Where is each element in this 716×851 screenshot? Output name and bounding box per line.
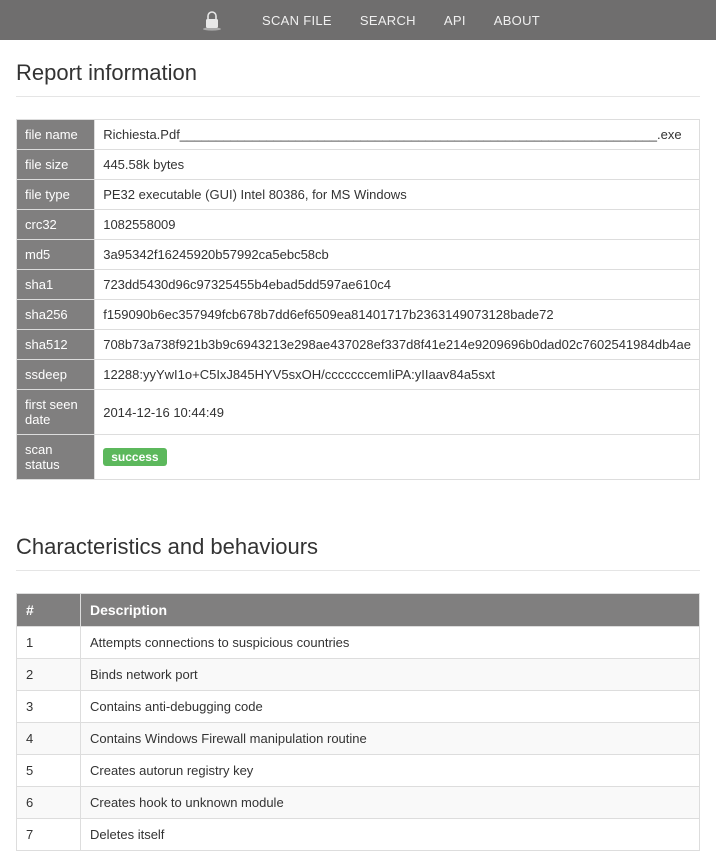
behaviour-row-num: 3 [17,691,81,723]
report-row-key: crc32 [17,210,95,240]
nav-search[interactable]: SEARCH [360,13,416,28]
nav-about[interactable]: ABOUT [494,13,540,28]
report-row-value: 3a95342f16245920b57992ca5ebc58cb [95,240,700,270]
report-row-key: file name [17,120,95,150]
divider [16,570,700,571]
report-row: scan status success [17,435,700,480]
report-row: file nameRichiesta.Pdf__________________… [17,120,700,150]
report-row: crc321082558009 [17,210,700,240]
report-row: first seen date2014-12-16 10:44:49 [17,390,700,435]
report-row-value: 445.58k bytes [95,150,700,180]
behaviour-row: 4Contains Windows Firewall manipulation … [17,723,700,755]
report-row-value: 2014-12-16 10:44:49 [95,390,700,435]
behaviour-row: 5Creates autorun registry key [17,755,700,787]
report-row-key: scan status [17,435,95,480]
report-row-key: ssdeep [17,360,95,390]
spacer [16,480,700,530]
main-content: Report information file nameRichiesta.Pd… [0,40,716,851]
behaviour-row: 7Deletes itself [17,819,700,851]
report-row-key: md5 [17,240,95,270]
report-row-value: 708b73a738f921b3b9c6943213e298ae437028ef… [95,330,700,360]
behaviour-row-desc: Attempts connections to suspicious count… [81,627,700,659]
behaviour-row-num: 6 [17,787,81,819]
report-row-key: sha1 [17,270,95,300]
status-badge: success [103,448,166,466]
behaviour-row-desc: Contains anti-debugging code [81,691,700,723]
behaviour-row-num: 5 [17,755,81,787]
report-row-value: 12288:yyYwI1o+C5IxJ845HYV5sxOH/cccccccem… [95,360,700,390]
report-row: sha256f159090b6ec357949fcb678b7dd6ef6509… [17,300,700,330]
nav-scan-file[interactable]: SCAN FILE [262,13,332,28]
behaviour-row-desc: Contains Windows Firewall manipulation r… [81,723,700,755]
behaviour-row-desc: Binds network port [81,659,700,691]
report-row: file typePE32 executable (GUI) Intel 803… [17,180,700,210]
report-row-value: 723dd5430d96c97325455b4ebad5dd597ae610c4 [95,270,700,300]
behaviours-table: # Description 1Attempts connections to s… [16,593,700,851]
behaviour-row-desc: Creates autorun registry key [81,755,700,787]
behaviour-row: 2Binds network port [17,659,700,691]
nav-api[interactable]: API [444,13,466,28]
report-info-table: file nameRichiesta.Pdf__________________… [16,119,700,480]
report-row: ssdeep12288:yyYwI1o+C5IxJ845HYV5sxOH/ccc… [17,360,700,390]
behaviour-row-desc: Creates hook to unknown module [81,787,700,819]
report-row-value: 1082558009 [95,210,700,240]
report-info-heading: Report information [16,60,700,86]
report-row: file size445.58k bytes [17,150,700,180]
top-navbar: SCAN FILE SEARCH API ABOUT [0,0,716,40]
divider [16,96,700,97]
report-row: sha512708b73a738f921b3b9c6943213e298ae43… [17,330,700,360]
behaviour-row-num: 7 [17,819,81,851]
report-row-value: f159090b6ec357949fcb678b7dd6ef6509ea8140… [95,300,700,330]
behaviour-row: 1Attempts connections to suspicious coun… [17,627,700,659]
report-row-key: file size [17,150,95,180]
report-row-key: sha256 [17,300,95,330]
behaviours-heading: Characteristics and behaviours [16,534,700,560]
report-row-value: Richiesta.Pdf___________________________… [95,120,700,150]
report-row-value: PE32 executable (GUI) Intel 80386, for M… [95,180,700,210]
behaviour-row-num: 2 [17,659,81,691]
report-row-key: file type [17,180,95,210]
report-row: md53a95342f16245920b57992ca5ebc58cb [17,240,700,270]
behaviour-row: 6Creates hook to unknown module [17,787,700,819]
report-row-key: sha512 [17,330,95,360]
behaviours-header-desc: Description [81,594,700,627]
report-row-key: first seen date [17,390,95,435]
report-row: sha1723dd5430d96c97325455b4ebad5dd597ae6… [17,270,700,300]
behaviour-row-num: 4 [17,723,81,755]
behaviour-row-num: 1 [17,627,81,659]
behaviour-row-desc: Deletes itself [81,819,700,851]
behaviour-row: 3Contains anti-debugging code [17,691,700,723]
report-row-value: success [95,435,700,480]
behaviours-header-num: # [17,594,81,627]
logo-icon [200,8,224,32]
